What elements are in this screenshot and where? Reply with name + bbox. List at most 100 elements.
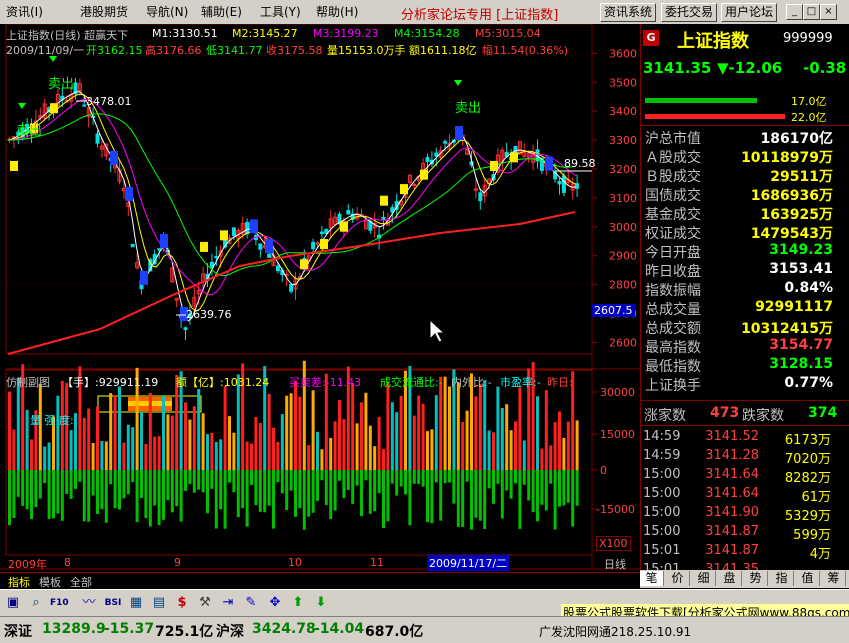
divider [641, 125, 849, 126]
tick-vol: 5329万 [784, 509, 831, 524]
index-code: 999999 [783, 31, 833, 46]
chart-area[interactable]: 3600350034003300320031003000290028002700… [0, 24, 640, 572]
volume-bar [245, 470, 249, 527]
trade-button[interactable]: 委托交易 [661, 3, 718, 22]
volume-bar [12, 429, 16, 470]
volume-bar [355, 470, 359, 486]
volume-bar [302, 470, 306, 530]
volume-bar [483, 470, 487, 530]
panel-tab[interactable]: 盘 [718, 571, 742, 586]
volume-bar [355, 423, 359, 470]
sz-value: 13289.9 [42, 621, 106, 637]
volume-bar [412, 470, 416, 484]
panel-tab[interactable]: 值 [796, 571, 820, 586]
tab-template[interactable]: 模板 [39, 574, 61, 590]
tab-all[interactable]: 全部 [70, 574, 92, 590]
restore-button[interactable]: □ [803, 4, 820, 20]
badge-icon: G [643, 30, 659, 46]
money-icon[interactable]: $ [173, 594, 191, 612]
tick-time: 15:00 [643, 467, 681, 482]
ma5-line [7, 211, 576, 355]
close-button[interactable]: × [820, 4, 837, 20]
volume-bar [492, 432, 495, 470]
divider [641, 400, 849, 401]
tab-indicator[interactable]: 指标 [8, 574, 30, 590]
volume-bar [390, 402, 394, 470]
candle-body [130, 243, 135, 248]
volume-bar [536, 396, 539, 470]
y-tick-label: 3400 [609, 105, 637, 118]
panel-tab[interactable]: 势 [744, 571, 768, 586]
monitor-icon[interactable]: ▣ [4, 594, 22, 612]
volume-bar [333, 421, 337, 470]
panel-tab[interactable]: 笔 [640, 571, 664, 586]
grid-icon[interactable]: ▤ [150, 594, 168, 612]
indicator-tabs: 指标 模板 全部 [0, 572, 640, 589]
info-system-button[interactable]: 资讯系统 [600, 3, 657, 22]
minimize-button[interactable]: _ [786, 4, 803, 20]
volume-bar [329, 437, 333, 470]
xaxis-nov: 11 [370, 556, 384, 569]
volume-bar [395, 412, 399, 470]
bsi-icon[interactable]: BSI [104, 594, 122, 612]
volume-bar [210, 432, 214, 470]
panel-tab[interactable]: 指 [770, 571, 794, 586]
volume-bar [373, 446, 377, 470]
forum-button[interactable]: 用户论坛 [721, 3, 778, 22]
candle-body [561, 175, 566, 193]
stat-value: 10118979万 [741, 150, 833, 166]
up-arrow-icon[interactable]: ⬆ [289, 594, 307, 612]
y-tick-label: 3000 [609, 221, 637, 234]
f10-icon[interactable]: F10 [50, 594, 69, 612]
menu-item-help[interactable]: 帮助(H) [316, 4, 358, 20]
volume-bar [118, 470, 121, 510]
bar-high: 高3176.66 [145, 44, 202, 57]
menu-item-hk-futures[interactable]: 港股期货 [80, 4, 128, 20]
volume-bar [478, 383, 482, 470]
menu-item-assist[interactable]: 辅助(E) [201, 4, 242, 20]
volume-bar [52, 470, 55, 519]
stat-label: 基金成交 [645, 207, 701, 223]
volume-bar [131, 427, 135, 470]
stat-row: 今日开盘 3149.23 [643, 242, 833, 261]
ma3-line [7, 98, 577, 296]
volume-bar [87, 408, 91, 470]
export-icon[interactable]: ⇥ [219, 594, 237, 612]
panel-tab[interactable]: 价 [666, 571, 690, 586]
pen-icon[interactable]: ✎ [242, 594, 260, 612]
mouse-cursor-icon [429, 318, 446, 343]
volume-bar [496, 470, 500, 484]
xaxis-aug: 8 [64, 556, 71, 569]
ma2-line [7, 93, 577, 312]
volume-bar [311, 470, 315, 513]
volume-bar [514, 421, 517, 470]
volume-bar [228, 470, 231, 483]
volume-bar [544, 390, 548, 470]
volume-bar [320, 470, 324, 481]
trend-block [300, 259, 308, 270]
stat-label: Ａ股成交 [645, 150, 701, 166]
quote-panel: G 上证指数 999999 3141.35 ▼-12.06 -0.38 17.0… [640, 24, 849, 577]
candle-body [434, 152, 439, 157]
move-icon[interactable]: ✥ [266, 594, 284, 612]
volume-bar [34, 470, 38, 508]
menu-item-tools[interactable]: 工具(Y) [260, 4, 301, 20]
panel-tab[interactable]: 细 [692, 571, 716, 586]
sub-yesterday: 昨日: [547, 376, 573, 389]
volume-bar [140, 470, 143, 498]
panel-tab[interactable]: 筹 [822, 571, 846, 586]
volume-bar [562, 470, 566, 506]
grid-icon[interactable]: ▦ [127, 594, 145, 612]
volume-bar [74, 413, 77, 470]
volume-bar [144, 470, 148, 519]
menu-item-info[interactable]: 资讯(I) [6, 4, 43, 20]
tools-icon[interactable]: ⚒ [196, 594, 214, 612]
volume-bar [575, 470, 579, 506]
down-arrow-icon[interactable]: ⬇ [312, 594, 330, 612]
menu-item-navigate[interactable]: 导航(N) [146, 4, 188, 20]
trend-block [420, 169, 428, 180]
volume-bar [399, 470, 403, 487]
search-icon[interactable]: ⌕ [27, 594, 45, 612]
volume-bar [368, 425, 372, 470]
chart-icon[interactable]: 〰 [80, 594, 98, 612]
